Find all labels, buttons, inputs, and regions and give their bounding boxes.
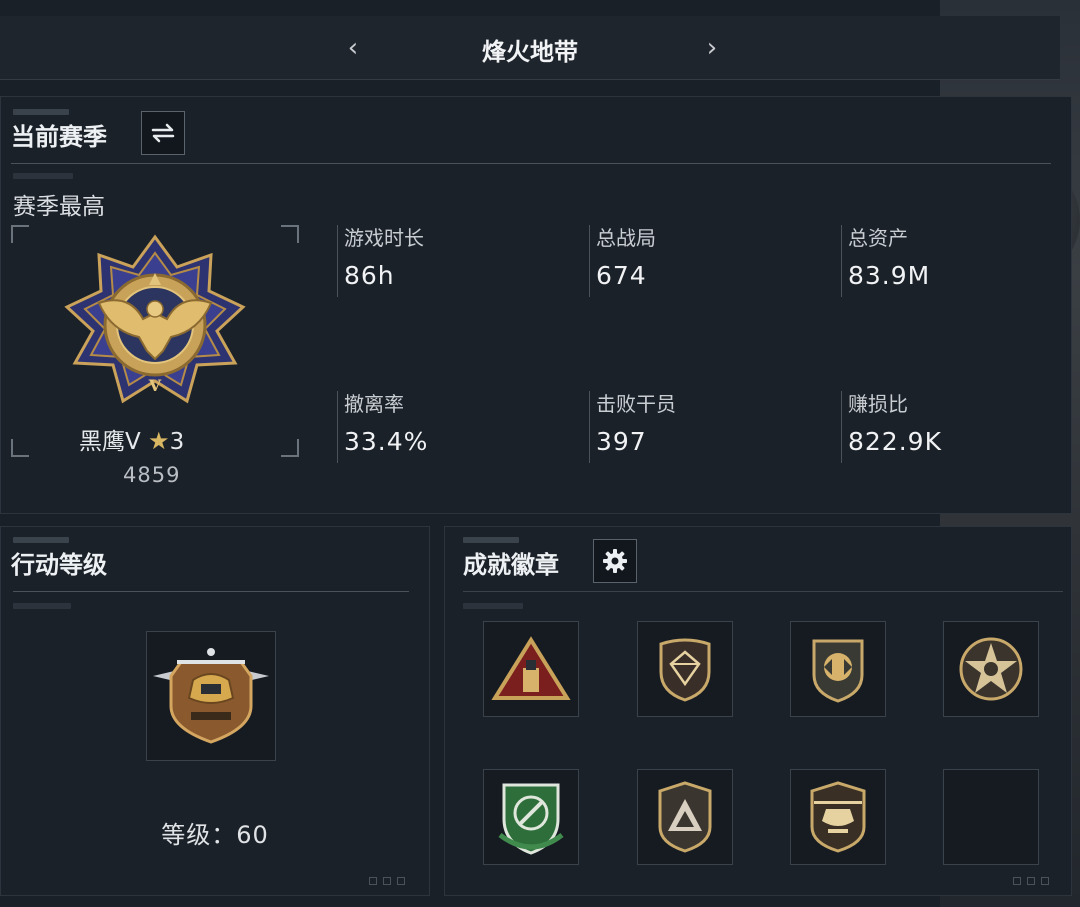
corner-marker [369, 877, 377, 885]
stat-value: 674 [596, 261, 647, 290]
corner-marker [383, 877, 391, 885]
arrows-shield-badge[interactable] [790, 621, 886, 717]
helicopter-shield-badge[interactable] [790, 769, 886, 865]
stat-value: 83.9M [848, 261, 931, 290]
panel-tag [463, 537, 519, 543]
frame-corner [11, 225, 29, 243]
stat-total-matches: 总战局 674 [589, 225, 809, 297]
black-hawk-rank-emblem: V [64, 234, 246, 404]
mode-header: ‹ 烽火地带 › [0, 16, 1060, 80]
corner-marker [397, 877, 405, 885]
triangle-usb-badge[interactable] [483, 621, 579, 717]
helicopter-emblem [153, 648, 269, 744]
stat-value: 822.9K [848, 427, 942, 456]
level-title: 行动等级 [11, 551, 107, 579]
level-emblem-box [146, 631, 276, 761]
wrench-shield-badge[interactable] [483, 769, 579, 865]
star-icon: ★ [148, 427, 170, 455]
corner-marker [1027, 877, 1035, 885]
diamond-shield-icon [659, 638, 711, 702]
stat-total-assets: 总资产 83.9M [841, 225, 1061, 297]
arrows-shield-icon [812, 639, 864, 703]
stat-label: 击败干员 [596, 392, 676, 416]
stat-label: 总资产 [848, 226, 908, 250]
panel-tag [13, 173, 73, 179]
badges-title: 成就徽章 [463, 551, 559, 579]
season-best-label: 赛季最高 [13, 194, 105, 220]
stat-label: 撤离率 [344, 392, 404, 416]
season-divider [11, 163, 1051, 164]
badges-divider [463, 591, 1063, 592]
stat-extraction-rate: 撤离率 33.4% [337, 391, 557, 463]
rank-name-text: 黑鹰V [79, 429, 141, 455]
stat-operators-defeated: 击败干员 397 [589, 391, 809, 463]
frame-corner [11, 439, 29, 457]
helicopter-shield-icon [810, 781, 866, 853]
season-panel: 当前赛季 赛季最高 V 黑鹰V ★3 4859 游戏时长 86h 总战局 674… [0, 96, 1072, 514]
frame-corner [281, 225, 299, 243]
rank-stars: 3 [169, 429, 185, 455]
triangle-shield-badge[interactable] [637, 769, 733, 865]
stat-value: 86h [344, 261, 395, 290]
panel-tag [13, 109, 69, 115]
panel-tag [463, 603, 523, 609]
gear-icon[interactable] [593, 539, 637, 583]
mode-title: 烽火地带 [482, 38, 578, 66]
frame-corner [281, 439, 299, 457]
achievement-badges-panel: 成就徽章 [444, 526, 1072, 896]
level-text: 等级：60 [161, 821, 269, 849]
empty-badge-slot[interactable] [943, 769, 1039, 865]
stat-play-time: 游戏时长 86h [337, 225, 557, 297]
stat-value: 397 [596, 427, 647, 456]
rank-score: 4859 [123, 463, 181, 487]
stat-profit-loss-ratio: 赚损比 822.9K [841, 391, 1061, 463]
wrench-shield-icon [498, 783, 564, 855]
svg-text:V: V [148, 376, 162, 395]
operation-level-panel: 行动等级 等级：60 [0, 526, 430, 896]
stat-value: 33.4% [344, 427, 429, 456]
rank-name: 黑鹰V ★3 [79, 422, 184, 456]
triangle-shield-icon [658, 781, 712, 853]
panel-tag [13, 537, 69, 543]
level-divider [13, 591, 409, 592]
panel-tag [13, 603, 71, 609]
swap-icon[interactable] [141, 111, 185, 155]
stat-label: 游戏时长 [344, 226, 424, 250]
triangle-usb-icon [491, 636, 571, 700]
diamond-shield-badge[interactable] [637, 621, 733, 717]
corner-marker [1041, 877, 1049, 885]
star-skull-badge[interactable] [943, 621, 1039, 717]
stat-label: 赚损比 [848, 392, 908, 416]
star-skull-icon [959, 637, 1023, 701]
corner-marker [1013, 877, 1021, 885]
stat-label: 总战局 [596, 226, 656, 250]
season-title: 当前赛季 [11, 123, 107, 151]
chevron-right-icon[interactable]: › [698, 34, 726, 62]
